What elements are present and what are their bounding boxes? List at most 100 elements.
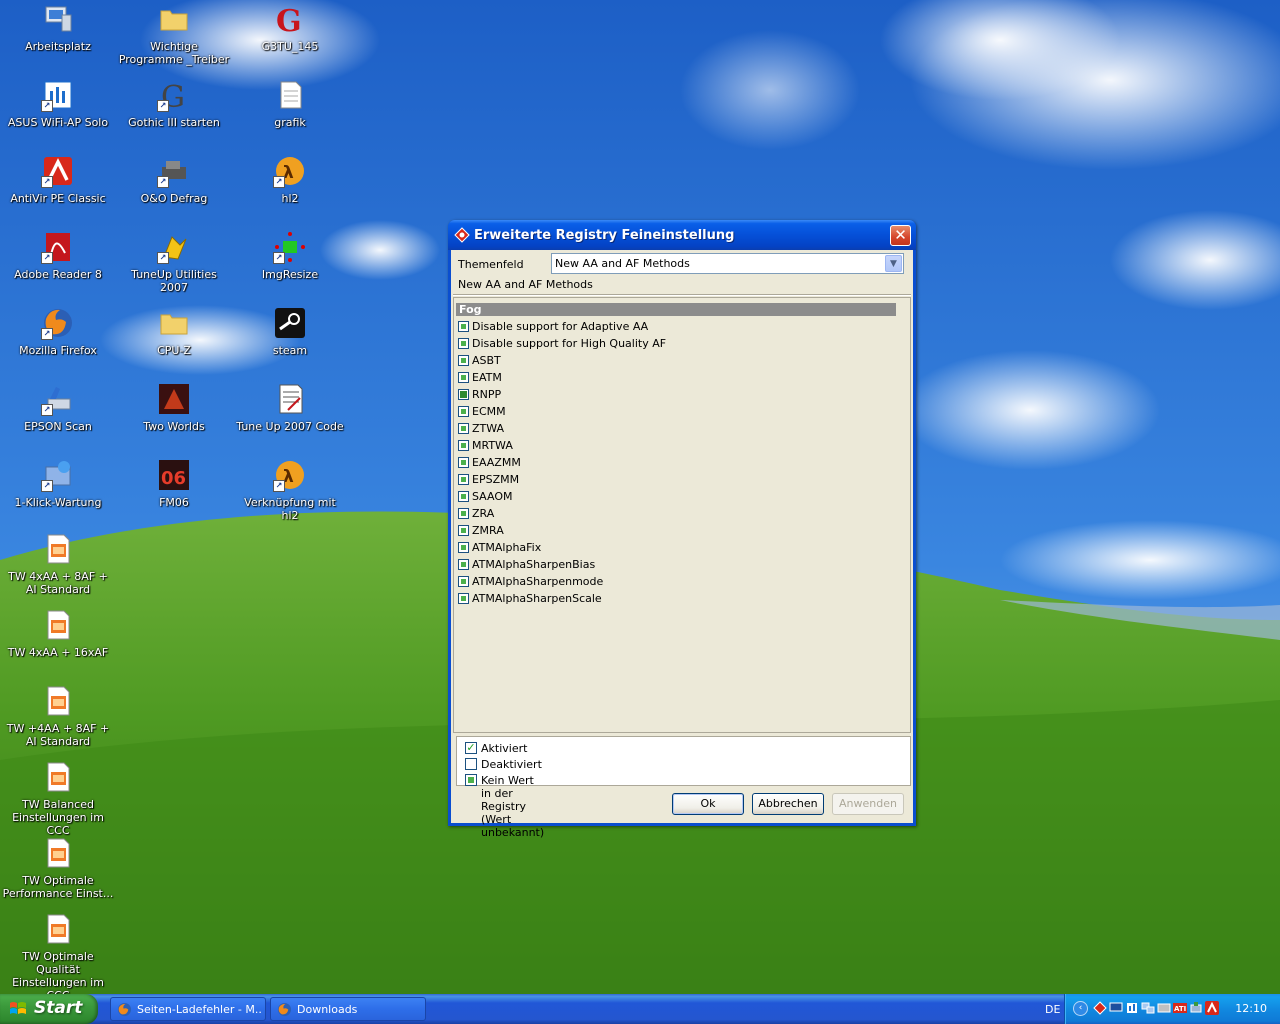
desktop-icon[interactable]: steam	[234, 306, 346, 357]
desktop-icon[interactable]: λ ↗ hl2	[234, 154, 346, 205]
tristate-checkbox[interactable]	[458, 440, 469, 451]
start-button[interactable]: Start	[0, 994, 98, 1024]
setting-item[interactable]: ZTWA	[456, 421, 896, 438]
checkbox-checked-icon: ✓	[465, 741, 477, 754]
desktop-icon[interactable]: TW Optimale Performance Einst...	[2, 836, 114, 900]
registry-file-icon	[41, 532, 75, 566]
language-indicator[interactable]: DE	[1045, 1003, 1060, 1016]
ati-icon[interactable]: ATI	[1173, 1001, 1187, 1015]
windows-logo-icon	[10, 1002, 26, 1014]
tristate-checkbox[interactable]	[458, 321, 469, 332]
setting-item[interactable]: ATMAlphaSharpenBias	[456, 557, 896, 574]
setting-item[interactable]: ECMM	[456, 404, 896, 421]
desktop-icon[interactable]: TW Balanced Einstellungen im CCC	[2, 760, 114, 837]
desktop-icon[interactable]: ↗ EPSON Scan	[2, 382, 114, 433]
desktop-icon[interactable]: G G3TU_145	[234, 2, 346, 53]
desktop-icon[interactable]: ↗ O&O Defrag	[118, 154, 230, 205]
dialog-client: Themenfeld New AA and AF Methods ▼ New A…	[451, 250, 913, 839]
antivir-icon[interactable]	[1205, 1001, 1219, 1015]
desktop-icon[interactable]: Wichtige Programme _Treiber	[118, 2, 230, 66]
setting-item[interactable]: EAAZMM	[456, 455, 896, 472]
display-settings-icon[interactable]	[1157, 1001, 1171, 1015]
taskbar-item-firefox-2[interactable]: Downloads	[270, 997, 426, 1021]
tristate-checkbox[interactable]	[458, 389, 469, 400]
dialog-titlebar[interactable]: Erweiterte Registry Feineinstellung ✕	[448, 220, 916, 250]
setting-item[interactable]: ATMAlphaSharpenmode	[456, 574, 896, 591]
tristate-checkbox[interactable]	[458, 423, 469, 434]
tristate-checkbox[interactable]	[458, 559, 469, 570]
tristate-checkbox[interactable]	[458, 491, 469, 502]
setting-item[interactable]: ATMAlphaSharpenScale	[456, 591, 896, 608]
desktop-icon[interactable]: ↗ ImgResize	[234, 230, 346, 281]
setting-item[interactable]: RNPP	[456, 387, 896, 404]
setting-item[interactable]: MRTWA	[456, 438, 896, 455]
cancel-button[interactable]: Abbrechen	[752, 793, 824, 815]
apply-button[interactable]: Anwenden	[832, 793, 904, 815]
desktop-icon[interactable]: TW Optimale Qualität Einstellungen im CC…	[2, 912, 114, 1002]
setting-item[interactable]: Disable support for High Quality AF	[456, 336, 896, 353]
ok-button[interactable]: Ok	[672, 793, 744, 815]
tristate-checkbox[interactable]	[458, 542, 469, 553]
legend-unchecked-label: Deaktiviert	[481, 758, 542, 771]
desktop-icon[interactable]: TW 4xAA + 8AF + AI Standard	[2, 532, 114, 596]
desktop-icon[interactable]: Tune Up 2007 Code	[234, 382, 346, 433]
tristate-checkbox[interactable]	[458, 508, 469, 519]
desktop-icon[interactable]: grafik	[234, 78, 346, 129]
tristate-checkbox[interactable]	[458, 576, 469, 587]
svg-text:ATI: ATI	[1174, 1005, 1186, 1013]
tristate-checkbox[interactable]	[458, 593, 469, 604]
desktop-icon[interactable]: Two Worlds	[118, 382, 230, 433]
setting-item[interactable]: SAAOM	[456, 489, 896, 506]
tristate-checkbox[interactable]	[458, 457, 469, 468]
taskbar-item-firefox-1[interactable]: Seiten-Ladefehler - M...	[110, 997, 266, 1021]
setting-item[interactable]: EATM	[456, 370, 896, 387]
tristate-checkbox[interactable]	[458, 525, 469, 536]
setting-item[interactable]: Disable support for Adaptive AA	[456, 319, 896, 336]
desktop-icon[interactable]: CPU-Z	[118, 306, 230, 357]
tristate-checkbox[interactable]	[458, 406, 469, 417]
network-icon[interactable]	[1093, 1001, 1107, 1015]
desktop-icon-label: Gothic III starten	[128, 116, 220, 129]
setting-label: ECMM	[472, 405, 506, 418]
shortcut-arrow-icon: ↗	[41, 480, 53, 492]
shortcut-arrow-icon: ↗	[41, 404, 53, 416]
desktop-icon[interactable]: TW 4xAA + 16xAF	[2, 608, 114, 659]
registry-file-icon	[41, 684, 75, 718]
desktop-icon[interactable]: ↗ 1-Klick-Wartung	[2, 458, 114, 509]
safely-remove-hardware-icon[interactable]	[1189, 1001, 1203, 1015]
desktop-icon[interactable]: ↗ AntiVir PE Classic	[2, 154, 114, 205]
start-label: Start	[34, 998, 83, 1018]
desktop-icon[interactable]: G ↗ Gothic III starten	[118, 78, 230, 129]
desktop-icon-label: TW 4xAA + 8AF + AI Standard	[8, 570, 108, 596]
network-computers-icon[interactable]	[1141, 1001, 1155, 1015]
tristate-checkbox[interactable]	[458, 474, 469, 485]
chevron-down-icon[interactable]: ▼	[885, 255, 902, 272]
setting-item[interactable]: EPSZMM	[456, 472, 896, 489]
monitor-icon[interactable]	[1109, 1001, 1123, 1015]
taskbar-item-label: Downloads	[297, 1003, 358, 1016]
desktop-icon[interactable]: ↗ TuneUp Utilities 2007	[118, 230, 230, 294]
setting-label: ZMRA	[472, 524, 504, 537]
setting-item[interactable]: ZMRA	[456, 523, 896, 540]
tristate-checkbox[interactable]	[458, 372, 469, 383]
setting-item[interactable]: ATMAlphaFix	[456, 540, 896, 557]
desktop-icon[interactable]: TW +4AA + 8AF + AI Standard	[2, 684, 114, 748]
theme-dropdown[interactable]: New AA and AF Methods ▼	[551, 253, 904, 274]
desktop-icon[interactable]: ↗ ASUS WiFi-AP Solo	[2, 78, 114, 129]
tristate-checkbox[interactable]	[458, 355, 469, 366]
desktop-icon[interactable]: 06 FM06	[118, 458, 230, 509]
desktop-icon[interactable]: ↗ Adobe Reader 8	[2, 230, 114, 281]
close-button[interactable]: ✕	[890, 225, 911, 246]
tuneup-icon: ↗	[157, 230, 191, 264]
setting-item[interactable]: ASBT	[456, 353, 896, 370]
setting-item[interactable]: ZRA	[456, 506, 896, 523]
desktop-icon[interactable]: ↗ Mozilla Firefox	[2, 306, 114, 357]
tristate-checkbox[interactable]	[458, 338, 469, 349]
desktop-icon-label: hl2	[281, 192, 299, 205]
tray-collapse-icon[interactable]: ‹	[1073, 1001, 1088, 1016]
wifi-icon[interactable]	[1125, 1001, 1139, 1015]
half-life-icon: λ ↗	[273, 458, 307, 492]
shortcut-arrow-icon: ↗	[41, 100, 53, 112]
desktop-icon[interactable]: λ ↗ Verknüpfung mit hl2	[234, 458, 346, 522]
desktop-icon[interactable]: Arbeitsplatz	[2, 2, 114, 53]
